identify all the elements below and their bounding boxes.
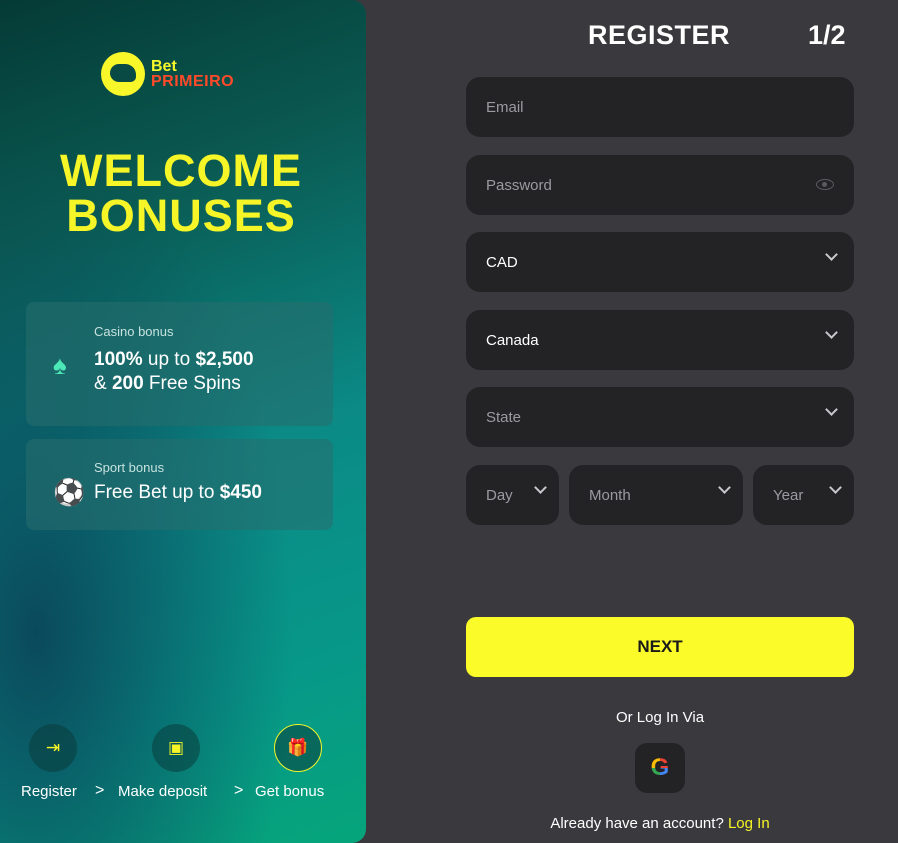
password-input[interactable] — [486, 176, 781, 194]
email-field[interactable] — [466, 77, 854, 137]
google-icon: G — [650, 754, 670, 781]
form-step-indicator: 1/2 — [808, 20, 846, 50]
chevron-down-icon — [825, 403, 838, 416]
bear-logo-icon — [101, 52, 145, 96]
step-separator-1: > — [95, 782, 105, 799]
currency-select[interactable]: CAD — [466, 232, 854, 292]
form-title: REGISTER — [588, 20, 731, 50]
google-login-button[interactable]: G — [635, 743, 685, 793]
brand-logo: Bet PRIMEIRO — [101, 52, 234, 96]
chevron-down-icon — [534, 481, 547, 494]
account-prompt: Already have an account? Log In — [550, 815, 770, 832]
country-value: Canada — [486, 331, 539, 349]
or-login-via-label: Or Log In Via — [615, 709, 705, 726]
step-label-bonus: Get bonus — [255, 783, 325, 800]
soccer-ball-icon: ⚽ — [53, 477, 86, 507]
birth-day-select[interactable]: Day — [466, 465, 559, 525]
step-label-deposit: Make deposit — [118, 783, 208, 800]
show-password-eye-icon[interactable] — [816, 179, 834, 190]
logo-text-bet: Bet — [151, 58, 177, 75]
login-link[interactable]: Log In — [728, 815, 770, 832]
logo-text-primeiro: PRIMEIRO — [151, 73, 235, 90]
chevron-down-icon — [825, 326, 838, 339]
casino-bonus-card: ♠ Casino bonus 100% up to $2,500 & 200 F… — [26, 302, 333, 426]
year-placeholder: Year — [773, 486, 804, 504]
wallet-icon: ▣ — [152, 724, 200, 772]
day-placeholder: Day — [486, 486, 513, 504]
spade-icon: ♠ — [53, 350, 67, 380]
password-field[interactable] — [466, 155, 854, 215]
sign-in-icon: ⇥ — [29, 724, 77, 772]
bonus-steps: ⇥ ▣ 🎁 Register > Make deposit > Get bonu… — [0, 722, 366, 812]
registration-page: Bet PRIMEIRO WELCOME BONUSES ♠ Casino bo… — [0, 0, 898, 843]
birth-year-select[interactable]: Year — [753, 465, 854, 525]
step-separator-2: > — [234, 782, 244, 799]
casino-bonus-label: Casino bonus — [94, 324, 174, 339]
casino-bonus-text: 100% up to $2,500 & 200 Free Spins — [94, 349, 254, 394]
birth-month-select[interactable]: Month — [569, 465, 743, 525]
promo-panel: Bet PRIMEIRO WELCOME BONUSES ♠ Casino bo… — [0, 0, 366, 843]
state-select[interactable]: State — [466, 387, 854, 447]
currency-value: CAD — [486, 253, 518, 271]
chevron-down-icon — [825, 248, 838, 261]
next-button[interactable]: NEXT — [466, 617, 854, 677]
chevron-down-icon — [829, 481, 842, 494]
month-placeholder: Month — [589, 486, 631, 504]
sport-bonus-card: ⚽ Sport bonus Free Bet up to $450 — [26, 439, 333, 530]
step-label-register: Register — [21, 783, 77, 800]
sport-bonus-text: Free Bet up to $450 — [94, 482, 262, 503]
welcome-headline: WELCOME BONUSES — [60, 145, 302, 241]
sport-bonus-label: Sport bonus — [94, 460, 165, 475]
gift-icon: 🎁 — [274, 724, 322, 772]
email-input[interactable] — [486, 98, 781, 116]
country-select[interactable]: Canada — [466, 310, 854, 370]
state-placeholder: State — [486, 408, 522, 426]
chevron-down-icon — [718, 481, 731, 494]
